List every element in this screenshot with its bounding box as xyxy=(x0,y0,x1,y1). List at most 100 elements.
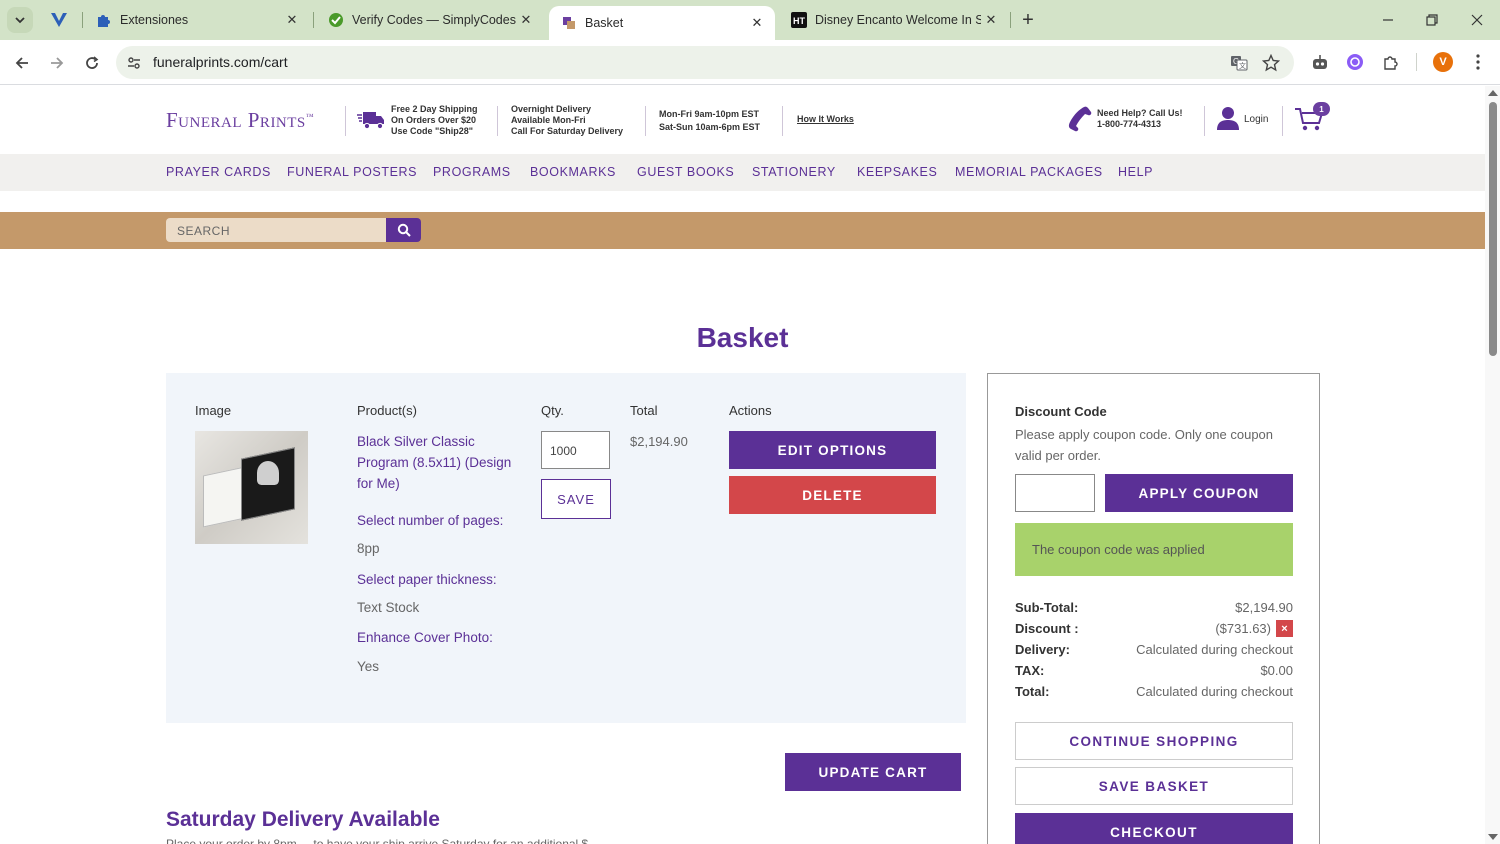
product-image-card xyxy=(203,466,245,528)
search-button[interactable] xyxy=(386,218,421,242)
site-header: Funeral Prints™ Free 2 Day Shipping On O… xyxy=(0,86,1485,154)
continue-shopping-button[interactable]: CONTINUE SHOPPING xyxy=(1015,722,1293,760)
star-icon[interactable] xyxy=(1259,51,1283,75)
product-name-link[interactable]: Black Silver Classic Program (8.5x11) (D… xyxy=(357,431,517,494)
discount-row: Discount : ($731.63) × xyxy=(1015,620,1293,639)
line-total: $2,194.90 xyxy=(630,434,688,449)
logo-trademark: ™ xyxy=(305,112,315,121)
nav-stationery[interactable]: STATIONERY xyxy=(752,165,836,179)
new-tab-button[interactable]: + xyxy=(1016,8,1040,32)
column-header-qty: Qty. xyxy=(541,403,564,418)
site-logo[interactable]: Funeral Prints™ xyxy=(166,108,314,133)
search-icon xyxy=(397,223,411,237)
pinned-tab[interactable] xyxy=(44,7,74,33)
tab-extensions[interactable]: Extensiones ✕ xyxy=(84,6,310,34)
nav-help[interactable]: HELP xyxy=(1118,165,1153,179)
update-cart-button[interactable]: UPDATE CART xyxy=(785,753,961,791)
save-qty-button[interactable]: SAVE xyxy=(541,479,611,519)
total-row: Total: Calculated during checkout xyxy=(1015,684,1293,702)
url-text[interactable]: funeralprints.com/cart xyxy=(153,54,288,70)
apply-coupon-button[interactable]: APPLY COUPON xyxy=(1105,474,1293,512)
scrollbar-thumb[interactable] xyxy=(1489,102,1497,356)
coupon-applied-message: The coupon code was applied xyxy=(1015,523,1293,576)
edit-options-button[interactable]: EDIT OPTIONS xyxy=(729,431,936,469)
minimize-button[interactable] xyxy=(1373,8,1403,32)
column-header-total: Total xyxy=(630,403,658,418)
extensions-icon[interactable] xyxy=(1378,49,1404,75)
close-icon[interactable]: ✕ xyxy=(981,10,1001,30)
remove-discount-button[interactable]: × xyxy=(1276,620,1293,637)
hours-line: Mon-Fri 9am-10pm EST xyxy=(659,109,760,119)
nav-prayer-cards[interactable]: PRAYER CARDS xyxy=(166,165,271,179)
robot-extension-icon[interactable] xyxy=(1307,49,1333,75)
logo-text: Funeral Prints xyxy=(166,108,306,132)
user-icon[interactable] xyxy=(1217,106,1239,130)
site-info-icon[interactable] xyxy=(122,51,146,75)
forward-button[interactable] xyxy=(43,49,71,77)
address-bar[interactable]: funeralprints.com/cart G文 xyxy=(116,46,1294,79)
shipping-line: Use Code "Ship28" xyxy=(391,126,474,136)
close-window-button[interactable] xyxy=(1462,8,1492,32)
purple-extension-icon[interactable] xyxy=(1342,49,1368,75)
chevron-down-icon xyxy=(15,17,25,24)
how-it-works-link[interactable]: How It Works xyxy=(797,114,854,124)
page-content: Funeral Prints™ Free 2 Day Shipping On O… xyxy=(0,86,1485,844)
tab-disney[interactable]: HT Disney Encanto Welcome In Sp ✕ xyxy=(779,6,1009,34)
nav-guest-books[interactable]: GUEST BOOKS xyxy=(637,165,734,179)
close-icon[interactable]: ✕ xyxy=(282,10,302,30)
more-menu-icon[interactable] xyxy=(1465,49,1491,75)
nav-funeral-posters[interactable]: FUNERAL POSTERS xyxy=(287,165,417,179)
search-input[interactable]: SEARCH xyxy=(166,218,386,242)
help-contact[interactable]: Need Help? Call Us! 1-800-774-4313 xyxy=(1097,108,1183,130)
tab-title: Extensiones xyxy=(120,13,189,27)
subtotal-label: Sub-Total: xyxy=(1015,600,1079,615)
checkout-button[interactable]: CHECKOUT xyxy=(1015,813,1293,844)
back-button[interactable] xyxy=(8,49,36,77)
subtotal-value: $2,194.90 xyxy=(1235,600,1293,615)
overnight-line: Overnight Delivery xyxy=(511,104,592,114)
svg-text:HT: HT xyxy=(793,16,805,26)
nav-programs[interactable]: PROGRAMS xyxy=(433,165,511,179)
login-link[interactable]: Login xyxy=(1244,114,1268,125)
scroll-up-arrow-icon[interactable] xyxy=(1488,90,1498,96)
tab-divider xyxy=(1010,12,1011,28)
column-header-image: Image xyxy=(195,403,232,418)
close-icon[interactable]: ✕ xyxy=(516,10,536,30)
translate-icon[interactable]: G文 xyxy=(1227,51,1251,75)
profile-avatar[interactable]: V xyxy=(1433,52,1453,72)
tab-simplycodes[interactable]: Verify Codes — SimplyCodes ✕ xyxy=(316,6,544,34)
arrow-right-icon xyxy=(51,57,64,69)
discount-code-heading: Discount Code xyxy=(1015,404,1107,419)
restore-button[interactable] xyxy=(1417,8,1447,32)
nav-bookmarks[interactable]: BOOKMARKS xyxy=(530,165,616,179)
nav-memorial-packages[interactable]: MEMORIAL PACKAGES xyxy=(955,165,1103,179)
delivery-value: Calculated during checkout xyxy=(1136,642,1293,657)
column-header-products: Product(s) xyxy=(357,403,417,418)
reload-button[interactable] xyxy=(78,49,106,77)
close-icon[interactable]: ✕ xyxy=(747,13,767,33)
browser-toolbar: funeralprints.com/cart G文 xyxy=(0,40,1500,85)
total-label: Total: xyxy=(1015,684,1050,699)
svg-text:文: 文 xyxy=(1239,61,1246,70)
discount-label: Discount : xyxy=(1015,621,1079,636)
shipping-line: Free 2 Day Shipping xyxy=(391,104,478,114)
help-phone: 1-800-774-4313 xyxy=(1097,119,1162,129)
tab-divider xyxy=(313,12,314,28)
order-summary: Discount Code Please apply coupon code. … xyxy=(987,373,1320,844)
header-divider xyxy=(782,106,783,136)
quantity-input[interactable]: 1000 xyxy=(541,431,610,469)
overnight-line: Call For Saturday Delivery xyxy=(511,126,624,136)
save-basket-button[interactable]: SAVE BASKET xyxy=(1015,767,1293,805)
shipping-line: On Orders Over $20 xyxy=(391,115,477,125)
delete-button[interactable]: DELETE xyxy=(729,476,936,514)
product-image[interactable] xyxy=(195,431,308,544)
header-divider xyxy=(645,106,646,136)
tab-search-button[interactable] xyxy=(7,7,33,33)
page-scrollbar[interactable] xyxy=(1485,86,1500,844)
coupon-input[interactable] xyxy=(1015,474,1095,512)
scroll-down-arrow-icon[interactable] xyxy=(1488,834,1498,840)
saturday-delivery-heading: Saturday Delivery Available xyxy=(166,808,440,831)
nav-keepsakes[interactable]: KEEPSAKES xyxy=(857,165,937,179)
arrow-left-icon xyxy=(15,57,28,69)
tab-basket[interactable]: Basket ✕ xyxy=(549,6,775,40)
